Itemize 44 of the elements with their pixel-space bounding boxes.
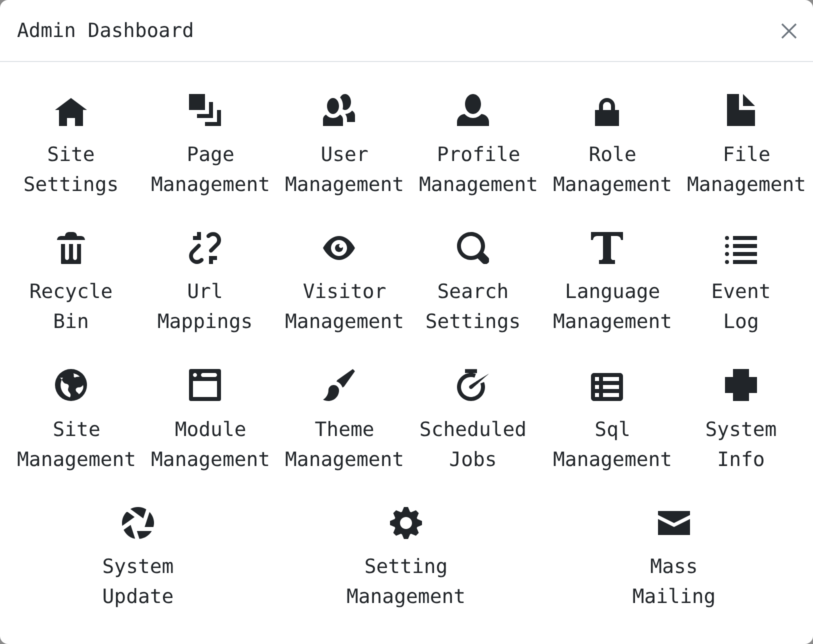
dashboard-link[interactable]: Site Settings xyxy=(4,94,138,200)
people-icon xyxy=(323,94,355,126)
search-icon xyxy=(457,232,489,264)
dashboard-link[interactable]: User Management xyxy=(272,94,406,200)
dashboard-link[interactable]: Module Management xyxy=(138,369,272,474)
browser-window-icon xyxy=(189,369,221,401)
dashboard-link[interactable]: Visitor Management xyxy=(272,232,406,337)
trash-icon xyxy=(57,232,85,264)
lock-icon xyxy=(595,98,619,126)
dashboard-link[interactable]: Page Management xyxy=(138,94,272,200)
medical-cross-icon xyxy=(725,369,757,401)
dashboard-link[interactable]: Site Management xyxy=(4,369,138,474)
home-icon xyxy=(55,98,87,126)
file-icon xyxy=(727,94,755,126)
dialog-title: Admin Dashboard xyxy=(17,18,194,44)
dashboard-link[interactable]: Recycle Bin xyxy=(4,232,138,337)
dashboard-link[interactable]: Mass Mailing xyxy=(540,506,808,612)
dashboard-link[interactable]: Search Settings xyxy=(406,232,540,337)
table-icon xyxy=(591,373,623,401)
dashboard-link[interactable]: File Management xyxy=(674,94,808,200)
dashboard-link[interactable]: Sql Management xyxy=(540,369,674,474)
envelope-icon xyxy=(658,510,690,534)
dashboard-link[interactable]: Url Mappings xyxy=(138,232,272,337)
globe-icon xyxy=(55,369,87,401)
dashboard-link[interactable]: Setting Management xyxy=(272,506,540,612)
dashboard-link[interactable]: Language Management xyxy=(540,232,674,337)
dashboard-link[interactable]: System Update xyxy=(4,506,272,612)
text-icon xyxy=(591,232,623,264)
list-icon xyxy=(725,236,757,264)
dashboard-link[interactable]: Role Management xyxy=(540,94,674,200)
brush-icon xyxy=(323,369,355,401)
broken-link-icon xyxy=(189,232,221,264)
dashboard-link[interactable]: Profile Management xyxy=(406,94,540,200)
gear-icon xyxy=(390,506,422,538)
timer-icon xyxy=(457,369,489,401)
person-icon xyxy=(457,94,489,126)
dashboard-link[interactable]: System Info xyxy=(674,369,808,474)
dashboard-link[interactable]: Event Log xyxy=(674,232,808,337)
close-icon xyxy=(781,22,797,38)
dashboard-link[interactable]: Theme Management xyxy=(272,369,406,474)
eye-icon xyxy=(323,236,355,260)
layers-icon xyxy=(189,94,221,126)
dashboard-link[interactable]: Scheduled Jobs xyxy=(406,369,540,474)
aperture-icon xyxy=(122,506,154,538)
